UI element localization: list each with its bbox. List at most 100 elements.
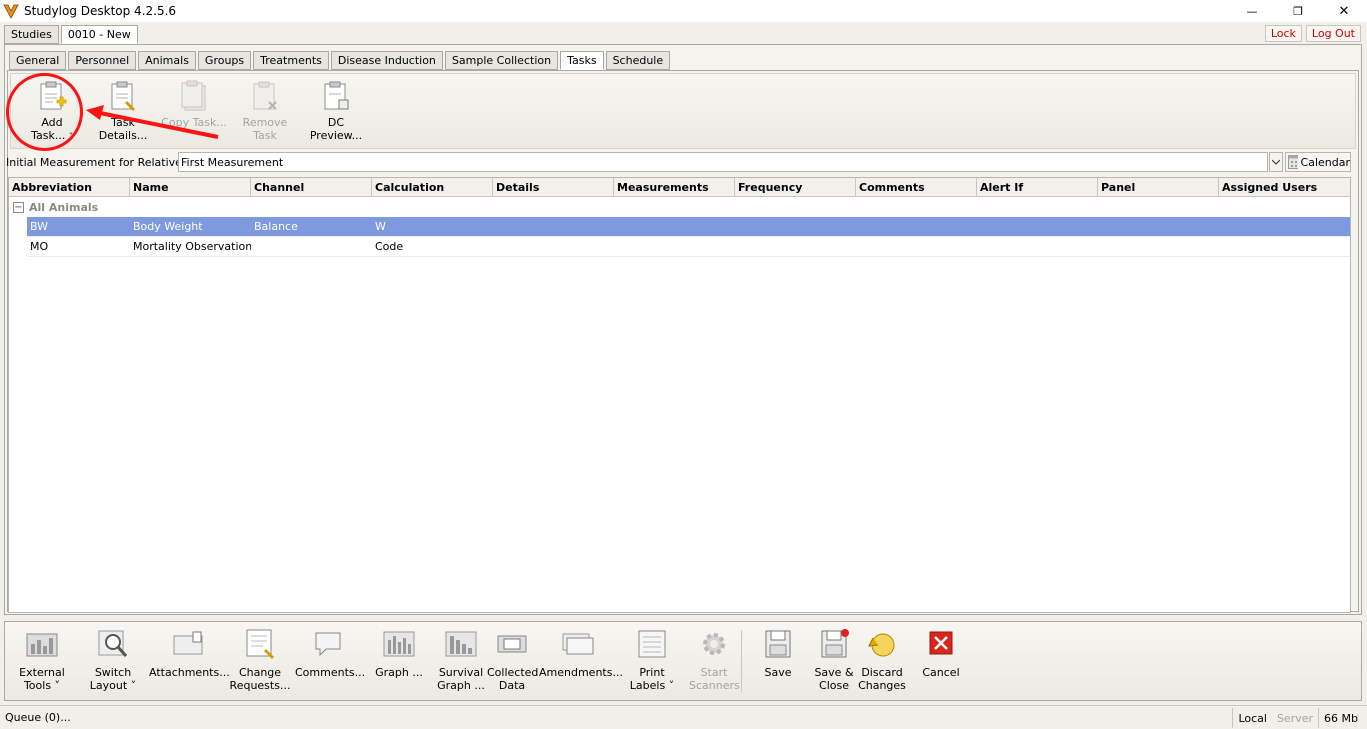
lock-button[interactable]: Lock (1264, 25, 1302, 42)
table-row[interactable]: MO Mortality Observation Code (27, 237, 1350, 257)
amendments-button[interactable]: Amendments... (539, 628, 623, 679)
save-close-icon (821, 629, 849, 658)
save-close-label-2: Close (819, 679, 849, 692)
external-tools-button[interactable]: External Tools ˅ (17, 628, 67, 692)
col-assigned-users[interactable]: Assigned Users (1219, 178, 1350, 197)
tab-groups[interactable]: Groups (197, 51, 252, 70)
start-scanners-label-1: Start (700, 666, 728, 679)
survival-chart-icon (445, 631, 477, 657)
comments-button[interactable]: Comments... (295, 628, 365, 679)
cell-calculation: W (375, 220, 386, 233)
relatives-dropdown-button[interactable] (1269, 152, 1283, 172)
floppy-disk-icon (765, 630, 791, 658)
cell-channel: Balance (254, 220, 298, 233)
logout-button[interactable]: Log Out (1305, 25, 1361, 42)
copy-task-label: Copy Task... (161, 116, 227, 129)
cancel-label: Cancel (922, 666, 960, 679)
collected-data-label-2: Data (498, 679, 526, 692)
minimize-icon: — (1246, 4, 1258, 18)
col-abbreviation[interactable]: Abbreviation (9, 178, 130, 197)
collapse-icon[interactable]: − (13, 201, 24, 213)
col-channel[interactable]: Channel (251, 178, 372, 197)
amendments-icon (562, 633, 594, 655)
external-tools-label-1: External (19, 666, 65, 679)
col-name[interactable]: Name (130, 178, 251, 197)
collected-data-icon (497, 635, 527, 653)
task-details-button[interactable]: Task Details... (88, 80, 158, 142)
dc-preview-button[interactable]: DC Preview... (301, 80, 371, 142)
queue-status[interactable]: Queue (0)... (0, 711, 71, 724)
memory-status: 66 Mb (1318, 708, 1363, 728)
local-status: Local (1232, 708, 1272, 728)
server-status: Server (1276, 711, 1314, 725)
switch-layout-button[interactable]: Switch Layout ˅ (88, 628, 138, 692)
discard-changes-label-2: Changes (858, 679, 906, 692)
remove-task-label: Remove Task (242, 116, 288, 142)
tab-study-0010[interactable]: 0010 - New (60, 25, 138, 44)
dc-preview-label-1: DC (327, 116, 345, 129)
relatives-label: Initial Measurement for Relatives: (6, 155, 192, 169)
start-scanners-button[interactable]: Start Scanners (689, 628, 740, 692)
window-title: Studylog Desktop 4.2.5.6 (24, 4, 177, 18)
comment-icon (315, 632, 341, 657)
col-details[interactable]: Details (493, 178, 614, 197)
col-frequency[interactable]: Frequency (735, 178, 856, 197)
grid-header: Abbreviation Name Channel Calculation De… (9, 178, 1350, 197)
attachments-button[interactable]: Attachments... (149, 628, 230, 679)
survival-graph-label-2: Graph ... (437, 679, 485, 692)
tab-treatments[interactable]: Treatments (253, 51, 329, 70)
change-requests-label-2: Requests... (229, 679, 291, 692)
toolbar-separator (741, 630, 742, 692)
graph-label: Graph ... (375, 666, 423, 679)
tasks-grid: Abbreviation Name Channel Calculation De… (8, 177, 1351, 613)
add-task-label-1: Add (41, 116, 63, 129)
table-row[interactable]: BW Body Weight Balance W (27, 217, 1350, 237)
col-panel[interactable]: Panel (1098, 178, 1219, 197)
switch-layout-label-2: Layout ˅ (89, 679, 137, 692)
add-task-button[interactable]: Add Task... ˅ (17, 80, 87, 143)
cancel-button[interactable]: Cancel (919, 628, 963, 679)
calendar-button[interactable]: Calendar (1285, 152, 1351, 172)
copy-task-icon (181, 80, 206, 111)
studylog-logo-icon (3, 4, 19, 19)
cell-name: Body Weight (133, 220, 203, 233)
tab-studies[interactable]: Studies (4, 25, 59, 44)
tab-schedule[interactable]: Schedule (605, 51, 671, 70)
group-label: All Animals (29, 200, 99, 214)
col-alert-if[interactable]: Alert If (977, 178, 1098, 197)
change-requests-label-1: Change (238, 666, 282, 679)
save-button[interactable]: Save (755, 628, 801, 679)
survival-graph-button[interactable]: Survival Graph ... (437, 628, 485, 692)
collected-data-label-1: Collected (487, 666, 539, 679)
save-close-label-1: Save & (814, 666, 854, 679)
discard-changes-label-1: Discard (861, 666, 903, 679)
restore-button[interactable]: ❐ (1275, 0, 1321, 22)
tab-animals[interactable]: Animals (138, 51, 196, 70)
save-close-button[interactable]: Save & Close (811, 628, 857, 692)
print-labels-button[interactable]: Print Labels ˅ (628, 628, 676, 692)
tab-personnel[interactable]: Personnel (68, 51, 137, 70)
group-row[interactable]: − All Animals (9, 197, 1350, 217)
cell-name: Mortality Observation (133, 240, 251, 253)
minimize-button[interactable]: — (1229, 0, 1275, 22)
remove-task-button[interactable]: Remove Task (230, 80, 300, 142)
collected-data-button[interactable]: Collected Data (487, 628, 539, 692)
switch-layout-label-1: Switch (94, 666, 132, 679)
tab-disease-induction[interactable]: Disease Induction (330, 51, 443, 70)
col-measurements[interactable]: Measurements (614, 178, 735, 197)
magnifier-icon (98, 630, 128, 657)
copy-task-button[interactable]: Copy Task... (159, 80, 229, 129)
col-comments[interactable]: Comments (856, 178, 977, 197)
undo-icon (868, 633, 895, 657)
change-requests-button[interactable]: Change Requests... (229, 628, 291, 692)
tab-general[interactable]: General (9, 51, 67, 70)
discard-changes-button[interactable]: Discard Changes (858, 628, 906, 692)
tab-tasks[interactable]: Tasks (560, 51, 604, 70)
title-bar: Studylog Desktop 4.2.5.6 — ❐ ✕ (0, 0, 1367, 22)
close-window-button[interactable]: ✕ (1321, 0, 1367, 22)
cell-abbreviation: MO (30, 240, 49, 253)
tab-sample-collection[interactable]: Sample Collection (444, 51, 559, 70)
col-calculation[interactable]: Calculation (372, 178, 493, 197)
relatives-select[interactable]: First Measurement (178, 152, 1268, 172)
graph-button[interactable]: Graph ... (373, 628, 425, 679)
